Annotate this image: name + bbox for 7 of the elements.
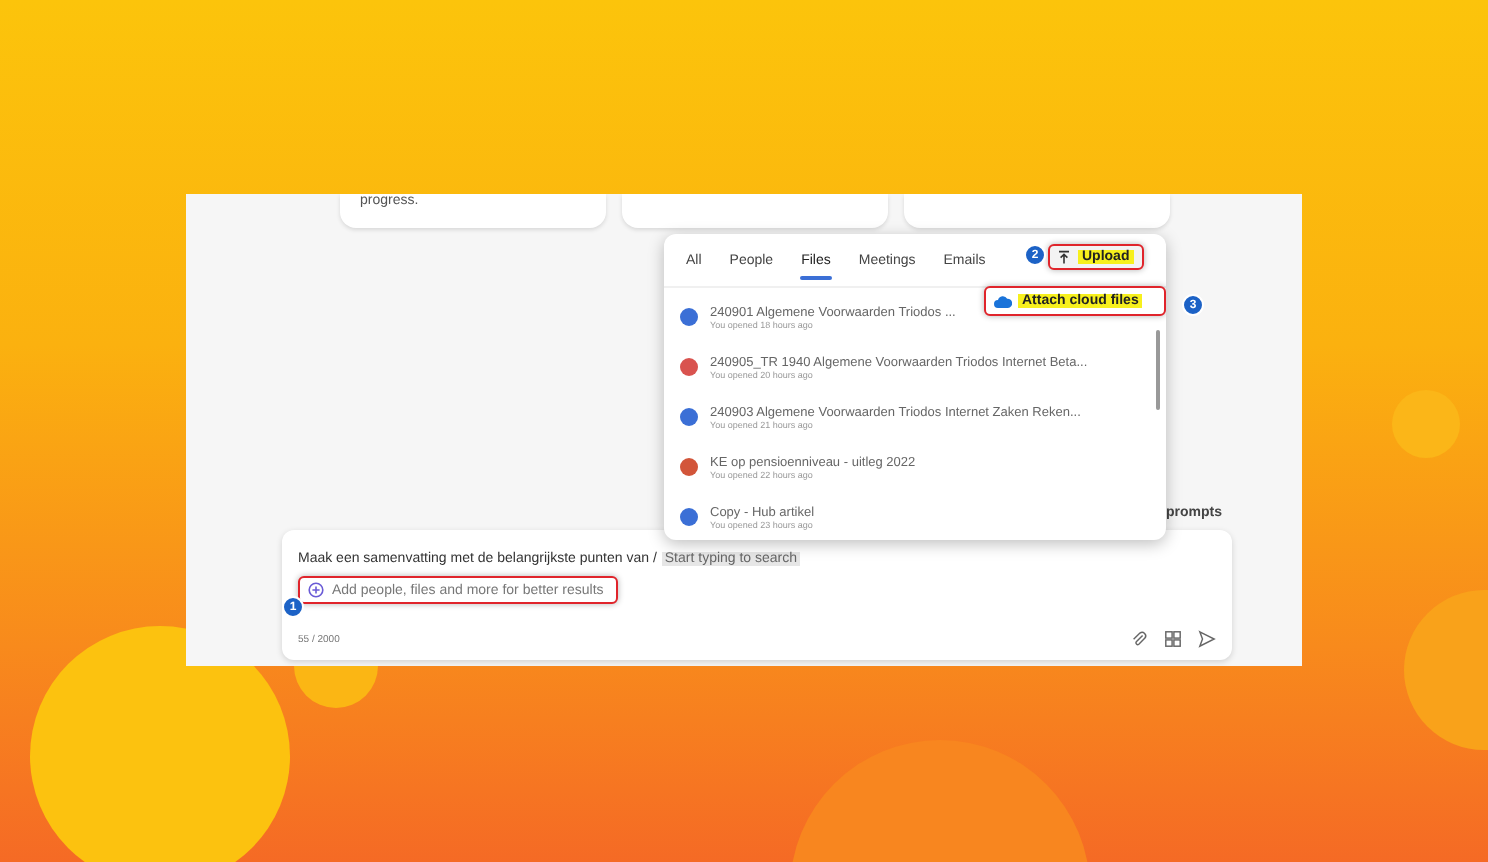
- plus-circle-icon: [308, 582, 324, 598]
- cloud-icon: [994, 295, 1012, 307]
- grid-icon[interactable]: [1164, 630, 1182, 648]
- paperclip-icon[interactable]: [1130, 630, 1148, 648]
- upload-icon: [1058, 250, 1070, 264]
- scrollbar[interactable]: [1156, 330, 1160, 410]
- send-icon[interactable]: [1198, 630, 1216, 648]
